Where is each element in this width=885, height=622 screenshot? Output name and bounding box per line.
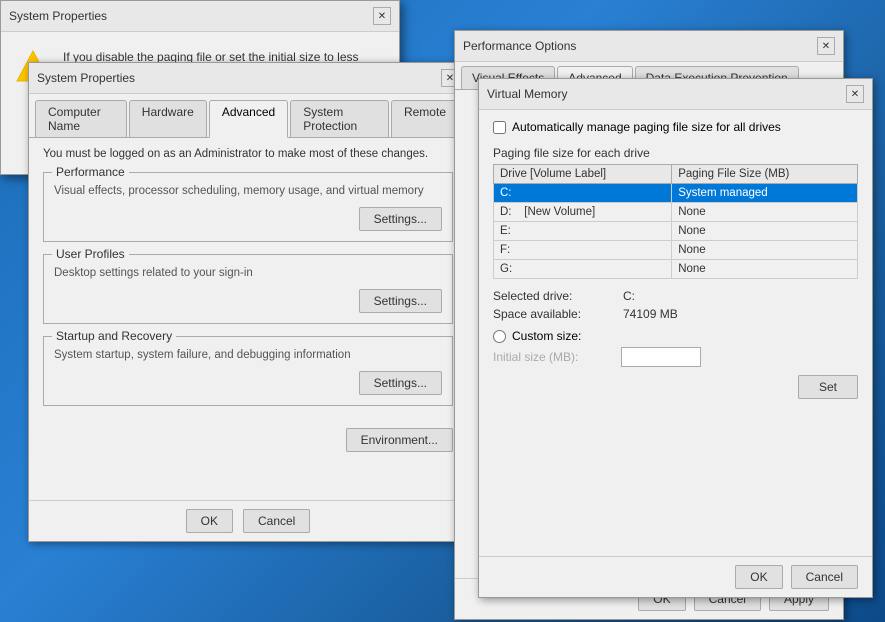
performance-group: Performance Visual effects, processor sc…: [43, 172, 453, 242]
virtual-memory-titlebar: Virtual Memory ✕: [479, 79, 872, 110]
initial-size-input[interactable]: [621, 347, 701, 367]
tab-system-protection[interactable]: System Protection: [290, 100, 389, 137]
selected-drive-row: Selected drive: C:: [493, 289, 858, 303]
paging-size-cell: None: [672, 241, 858, 260]
perf-options-title: Performance Options: [463, 39, 576, 53]
set-button[interactable]: Set: [798, 375, 858, 399]
paging-file-section-label: Paging file size for each drive: [493, 146, 858, 160]
auto-manage-checkbox[interactable]: [493, 121, 506, 134]
selected-drive-label: Selected drive:: [493, 289, 623, 303]
system-properties-tabs: Computer Name Hardware Advanced System P…: [29, 94, 467, 138]
tab-advanced[interactable]: Advanced: [209, 100, 288, 138]
space-available-row: Space available: 74109 MB: [493, 307, 858, 321]
perf-options-close-button[interactable]: ✕: [817, 37, 835, 55]
virtual-memory-footer: OK Cancel: [479, 556, 872, 597]
drives-table: Drive [Volume Label] Paging File Size (M…: [493, 164, 858, 279]
alert-close-button[interactable]: ✕: [373, 7, 391, 25]
system-properties-footer: OK Cancel: [29, 500, 467, 541]
alert-titlebar: System Properties ✕: [1, 1, 399, 32]
perf-options-titlebar: Performance Options ✕: [455, 31, 843, 62]
drive-cell: G:: [494, 260, 672, 279]
paging-size-cell: None: [672, 203, 858, 222]
system-properties-cancel-button[interactable]: Cancel: [243, 509, 310, 533]
virtual-memory-window: Virtual Memory ✕ Automatically manage pa…: [478, 78, 873, 598]
auto-manage-row: Automatically manage paging file size fo…: [493, 120, 858, 134]
admin-note: You must be logged on as an Administrato…: [43, 148, 453, 160]
tab-computer-name[interactable]: Computer Name: [35, 100, 127, 137]
auto-manage-label: Automatically manage paging file size fo…: [512, 120, 781, 134]
drive-cell: D: [New Volume]: [494, 203, 672, 222]
paging-size-cell: None: [672, 222, 858, 241]
environment-button[interactable]: Environment...: [346, 428, 453, 452]
performance-settings-button[interactable]: Settings...: [359, 207, 442, 231]
virtual-memory-title: Virtual Memory: [487, 87, 567, 101]
initial-size-label: Initial size (MB):: [493, 350, 613, 364]
user-profiles-group-label: User Profiles: [52, 247, 129, 261]
user-profiles-group: User Profiles Desktop settings related t…: [43, 254, 453, 324]
environment-row: Environment...: [29, 428, 467, 452]
drive-cell: C:: [494, 184, 672, 203]
virtual-memory-ok-button[interactable]: OK: [735, 565, 782, 589]
system-properties-title: System Properties: [37, 71, 135, 85]
paging-size-cell: None: [672, 260, 858, 279]
virtual-memory-close-button[interactable]: ✕: [846, 85, 864, 103]
user-profiles-group-text: Desktop settings related to your sign-in: [54, 267, 442, 279]
table-row[interactable]: C: System managed: [494, 184, 858, 203]
table-row[interactable]: G: None: [494, 260, 858, 279]
system-properties-window: System Properties ✕ Computer Name Hardwa…: [28, 62, 468, 542]
paging-size-column-header: Paging File Size (MB): [672, 165, 858, 184]
drive-column-header: Drive [Volume Label]: [494, 165, 672, 184]
custom-size-radio[interactable]: [493, 330, 506, 343]
table-row[interactable]: D: [New Volume] None: [494, 203, 858, 222]
custom-size-row: Custom size:: [493, 329, 858, 343]
tab-hardware[interactable]: Hardware: [129, 100, 207, 137]
startup-recovery-settings-button[interactable]: Settings...: [359, 371, 442, 395]
startup-recovery-group: Startup and Recovery System startup, sys…: [43, 336, 453, 406]
paging-size-cell: System managed: [672, 184, 858, 203]
tab-remote[interactable]: Remote: [391, 100, 459, 137]
system-properties-content: You must be logged on as an Administrato…: [29, 138, 467, 428]
alert-title: System Properties: [9, 9, 107, 23]
user-profiles-settings-button[interactable]: Settings...: [359, 289, 442, 313]
performance-group-label: Performance: [52, 165, 129, 179]
system-properties-ok-button[interactable]: OK: [186, 509, 233, 533]
table-row[interactable]: F: None: [494, 241, 858, 260]
table-row[interactable]: E: None: [494, 222, 858, 241]
virtual-memory-content: Automatically manage paging file size fo…: [479, 110, 872, 409]
startup-recovery-group-text: System startup, system failure, and debu…: [54, 349, 442, 361]
performance-group-text: Visual effects, processor scheduling, me…: [54, 185, 442, 197]
custom-size-label: Custom size:: [512, 329, 581, 343]
startup-recovery-group-label: Startup and Recovery: [52, 329, 176, 343]
virtual-memory-cancel-button[interactable]: Cancel: [791, 565, 858, 589]
space-available-value: 74109 MB: [623, 307, 678, 321]
space-available-label: Space available:: [493, 307, 623, 321]
drive-cell: E:: [494, 222, 672, 241]
system-properties-titlebar: System Properties ✕: [29, 63, 467, 94]
selected-drive-value: C:: [623, 289, 635, 303]
drive-cell: F:: [494, 241, 672, 260]
initial-size-row: Initial size (MB):: [493, 347, 858, 367]
